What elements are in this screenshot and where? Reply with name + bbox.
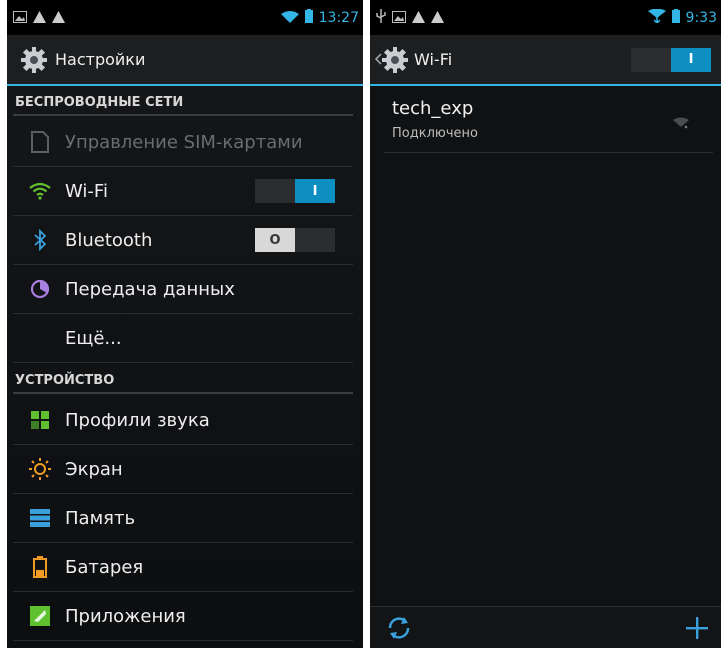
sound-profiles-item[interactable]: Профили звука [13,396,353,445]
section-device: УСТРОЙСТВО [13,364,353,394]
gallery-notification-icon [13,8,27,27]
sim-card-icon [29,131,51,153]
more-item[interactable]: Ещё... [13,314,353,363]
battery-item[interactable]: Батарея [13,543,353,592]
warning-icon [52,8,65,27]
gallery-notification-icon [392,8,406,27]
wifi-signal-icon [673,114,689,133]
action-bar: Wi-Fi I [370,35,721,86]
status-bar: 9:33 [370,0,721,35]
warning-icon [412,8,425,27]
settings-screen: 13:27 Настройки БЕСПРОВОДНЫЕ СЕТИ Управл… [7,0,363,648]
battery-icon [671,8,680,27]
wifi-screen: 9:33 Wi-Fi I tech_exp Подключено [370,0,721,648]
bottom-bar [370,606,721,648]
display-item[interactable]: Экран [13,445,353,494]
wifi-item[interactable]: Wi-Fi I [13,167,353,216]
chevron-left-icon [374,50,382,69]
storage-icon [29,507,51,529]
usb-icon [376,8,386,27]
bluetooth-toggle[interactable]: O [255,228,335,252]
action-bar: Настройки [7,35,363,86]
storage-item[interactable]: Память [13,494,353,543]
warning-icon [33,8,46,27]
brightness-icon [29,458,51,480]
battery-icon [29,556,51,578]
sim-management-item: Управление SIM-картами [13,118,353,167]
wifi-icon [29,180,51,202]
network-name: tech_exp [392,98,474,119]
settings-gear-icon [382,46,408,73]
status-time: 13:27 [318,9,359,26]
wifi-toggle[interactable]: I [255,179,335,203]
bluetooth-icon [29,229,51,251]
network-status: Подключено [392,126,478,141]
data-usage-icon [29,278,51,300]
status-bar: 13:27 [7,0,363,35]
back-button[interactable] [374,46,408,73]
warning-icon [431,8,444,27]
add-network-icon[interactable] [685,616,709,644]
apps-icon [29,605,51,627]
bluetooth-item[interactable]: Bluetooth O [13,216,353,265]
page-title: Wi-Fi [414,50,453,69]
wifi-network-item[interactable]: tech_exp Подключено [384,86,713,153]
refresh-scan-icon[interactable] [386,616,412,644]
apps-item[interactable]: Приложения [13,592,353,641]
data-usage-item[interactable]: Передача данных [13,265,353,314]
wifi-signal-icon [647,8,666,27]
battery-icon [304,8,313,27]
page-title: Настройки [55,50,146,69]
sound-profiles-icon [29,409,51,431]
settings-gear-icon[interactable] [21,46,47,73]
section-wireless: БЕСПРОВОДНЫЕ СЕТИ [13,86,353,116]
wifi-signal-icon [280,8,299,27]
status-time: 9:33 [685,9,717,26]
wifi-master-toggle[interactable]: I [631,47,711,72]
